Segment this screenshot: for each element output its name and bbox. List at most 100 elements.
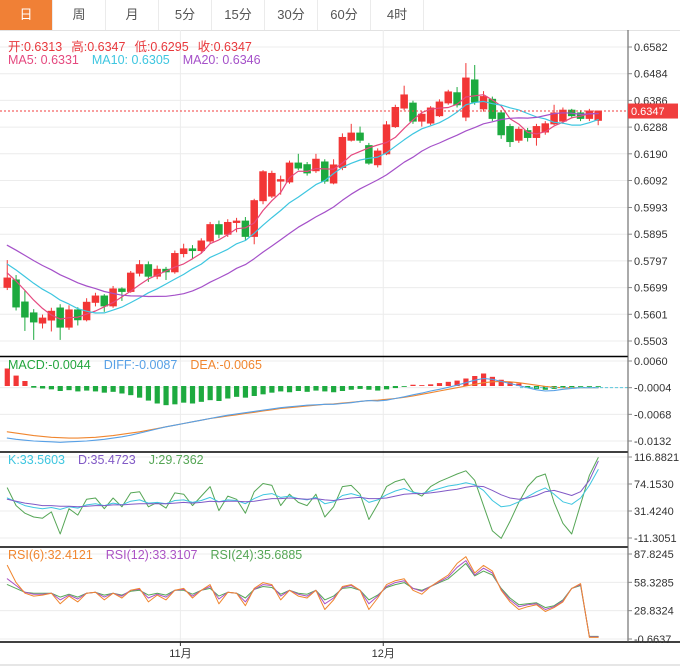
- macd-panel: [5, 369, 628, 443]
- candle: [22, 302, 29, 317]
- chart-canvas[interactable]: 0.65820.64840.63860.62880.61900.60920.59…: [0, 30, 680, 670]
- y-tick-label: 0.6092: [634, 176, 668, 188]
- ohlc-high: 高:0.6347: [71, 40, 125, 54]
- rsi6-value: RSI(6):32.4121: [8, 548, 93, 562]
- y-tick-label: 31.4240: [634, 506, 674, 518]
- y-tick-label: -11.3051: [634, 533, 677, 545]
- candle: [198, 241, 205, 251]
- y-tick-label: 58.3285: [634, 577, 674, 589]
- kdj-header: K:33.5603 D:35.4723 J:29.7362: [8, 453, 217, 467]
- tab-30min[interactable]: 30分: [265, 0, 318, 30]
- candle: [127, 273, 134, 291]
- y-tick-label: 0.6288: [634, 122, 668, 134]
- candlesticks: [4, 63, 601, 340]
- candle: [401, 95, 408, 108]
- candle: [233, 221, 240, 222]
- rsi24-value: RSI(24):35.6885: [211, 548, 303, 562]
- dea-value: DEA:-0.0065: [190, 358, 262, 372]
- y-tick-label: 0.6582: [634, 42, 668, 54]
- y-tick-label: 0.5895: [634, 229, 668, 241]
- candle: [207, 225, 214, 241]
- candle: [471, 80, 478, 102]
- y-tick-label: 0.6190: [634, 149, 668, 161]
- tab-5min[interactable]: 5分: [159, 0, 212, 30]
- y-tick-label: 0.0060: [634, 356, 668, 368]
- tab-15min[interactable]: 15分: [212, 0, 265, 30]
- candle: [498, 113, 505, 135]
- ohlc-close: 收:0.6347: [198, 40, 252, 54]
- candle: [260, 172, 267, 201]
- rsi12-value: RSI(12):33.3107: [106, 548, 198, 562]
- y-tick-label: 28.8324: [634, 606, 674, 618]
- ohlc-low: 低:0.6295: [134, 40, 188, 54]
- candle: [180, 249, 187, 254]
- diff-value: DIFF:-0.0087: [104, 358, 178, 372]
- y-tick-label: -0.0132: [634, 436, 671, 448]
- y-tick-label: -0.6637: [634, 634, 671, 646]
- candle: [216, 225, 223, 235]
- y-tick-label: 0.5699: [634, 283, 668, 295]
- candle: [172, 254, 179, 272]
- candle: [277, 180, 284, 181]
- y-tick-label: 0.5993: [634, 202, 668, 214]
- timeframe-tabbar: 日周月5分15分30分60分4时: [0, 0, 680, 31]
- candle: [101, 296, 108, 306]
- tab-week[interactable]: 周: [53, 0, 106, 30]
- candle: [30, 313, 37, 322]
- candle: [516, 129, 523, 140]
- rsi-panel: [7, 557, 598, 638]
- candle: [39, 318, 46, 323]
- candle: [295, 163, 302, 168]
- axis-labels: 0.65820.64840.63860.62880.61900.60920.59…: [169, 42, 679, 660]
- ma-header: MA5: 0.6331 MA10: 0.6305 MA20: 0.6346: [8, 53, 274, 67]
- ma20-value: MA20: 0.6346: [183, 53, 261, 67]
- candle: [560, 110, 567, 121]
- candle: [4, 278, 11, 287]
- tab-day[interactable]: 日: [0, 0, 53, 30]
- candle: [383, 125, 390, 154]
- y-tick-label: 0.5797: [634, 256, 668, 268]
- candle: [189, 249, 196, 251]
- candle: [419, 114, 426, 121]
- x-tick-label: 11月: [169, 648, 191, 660]
- candle: [445, 92, 452, 103]
- candle: [286, 163, 293, 182]
- ohlc-open: 开:0.6313: [8, 40, 62, 54]
- macd-header: MACD:-0.0044 DIFF:-0.0087 DEA:-0.0065: [8, 358, 275, 372]
- k-value: K:33.5603: [8, 453, 65, 467]
- y-tick-label: 74.1530: [634, 479, 674, 491]
- last-price-badge-text: 0.6347: [631, 106, 665, 118]
- candle: [269, 173, 276, 196]
- ma10-value: MA10: 0.6305: [92, 53, 170, 67]
- candle: [357, 133, 364, 140]
- j-value: J:29.7362: [149, 453, 204, 467]
- y-tick-label: 87.8245: [634, 549, 674, 561]
- candle: [136, 265, 143, 273]
- candle: [145, 265, 152, 276]
- d-value: D:35.4723: [78, 453, 136, 467]
- y-tick-label: -0.0068: [634, 409, 671, 421]
- tab-4hour[interactable]: 4时: [371, 0, 424, 30]
- candle: [480, 97, 487, 109]
- candle: [242, 221, 249, 236]
- kdj-panel: [7, 458, 598, 539]
- y-tick-label: 116.8821: [634, 452, 679, 464]
- macd-value: MACD:-0.0044: [8, 358, 91, 372]
- kline-app: 日周月5分15分30分60分4时 开:0.6313 高:0.6347 低:0.629…: [0, 0, 680, 670]
- tab-month[interactable]: 月: [106, 0, 159, 30]
- y-tick-label: 0.5601: [634, 309, 668, 321]
- candle: [119, 289, 126, 291]
- tab-60min[interactable]: 60分: [318, 0, 371, 30]
- ma5-value: MA5: 0.6331: [8, 53, 79, 67]
- candle: [392, 107, 399, 126]
- candle: [348, 133, 355, 140]
- rsi-header: RSI(6):32.4121 RSI(12):33.3107 RSI(24):35.…: [8, 548, 315, 562]
- candle: [75, 310, 82, 320]
- candle: [92, 296, 99, 302]
- x-tick-label: 12月: [372, 648, 395, 660]
- price-marker: 0.6347: [0, 104, 678, 119]
- candle: [595, 111, 602, 120]
- y-tick-label: 0.6484: [634, 69, 668, 81]
- candle: [507, 127, 514, 142]
- y-tick-label: 0.5503: [634, 336, 668, 348]
